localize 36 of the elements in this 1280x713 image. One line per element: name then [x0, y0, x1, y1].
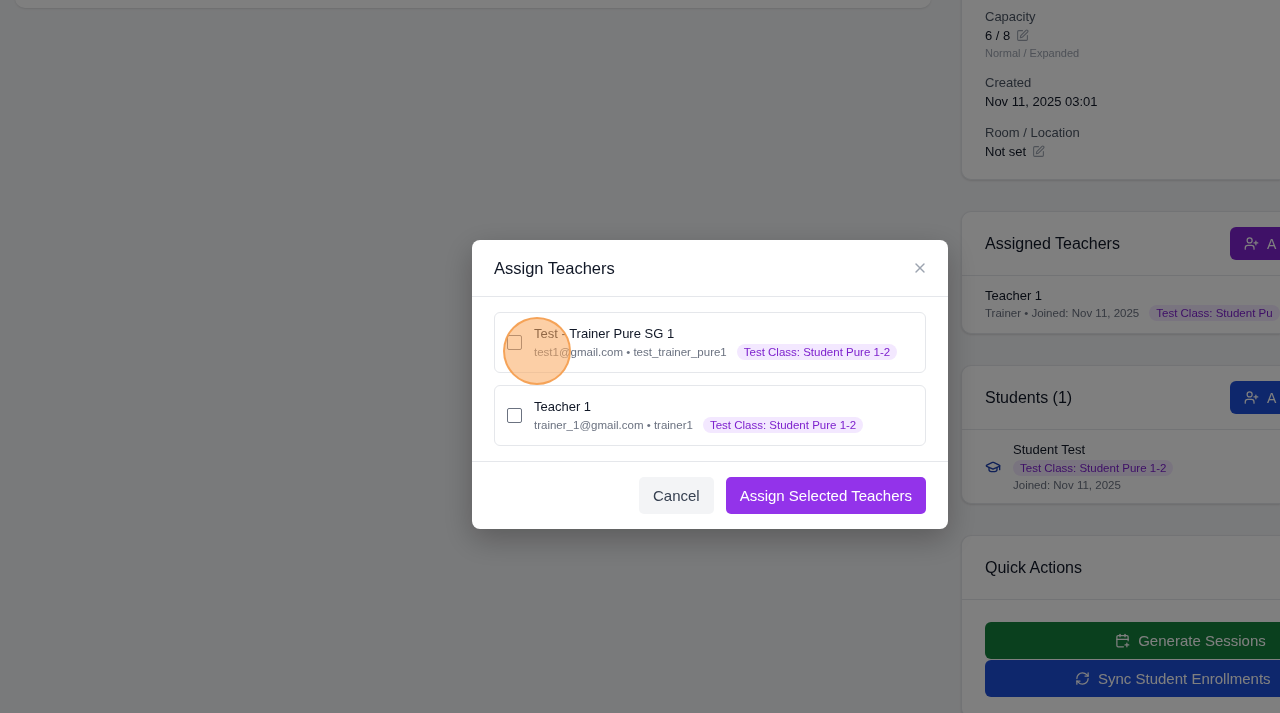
- assign-teacher-button[interactable]: A: [1230, 227, 1280, 260]
- checkbox[interactable]: [507, 408, 522, 423]
- class-tag: Test Class: Student Pu: [1149, 305, 1280, 321]
- cancel-button[interactable]: Cancel: [638, 477, 714, 514]
- class-tag: Test Class: Student Pure 1-2: [736, 343, 898, 360]
- action-button[interactable]: Generate Sessions: [985, 622, 1280, 659]
- class-tag: Test Class: Student Pure 1-2: [702, 416, 864, 433]
- teacher-meta: trainer_1@gmail.com • trainer1: [534, 418, 693, 431]
- checkbox[interactable]: [507, 335, 522, 350]
- assign-button[interactable]: Assign Selected Teachers: [725, 477, 926, 514]
- field-value: Nov 11, 2025 03:01: [985, 94, 1098, 109]
- class-tag: Test Class: Student Pure 1-2: [1013, 460, 1174, 476]
- edit-icon[interactable]: [1032, 145, 1046, 158]
- field-label: Created: [985, 75, 1033, 90]
- user-plus-icon: [1244, 236, 1259, 251]
- student-name: Student Test: [1013, 442, 1086, 457]
- field-label: Capacity: [985, 9, 1037, 24]
- field-label: Room / Location: [985, 125, 1081, 140]
- teacher-name: Teacher 1: [534, 398, 593, 414]
- teacher-option[interactable]: Teacher 1 trainer_1@gmail.com • trainer1 Test Class: Student Pure 1-2: [494, 385, 926, 446]
- field-value: 6 / 8: [985, 28, 1011, 43]
- teacher-meta: Trainer • Joined: Nov 11, 2025: [985, 307, 1140, 319]
- card-title: Students (1): [985, 388, 1073, 407]
- user-plus-icon: [1244, 390, 1259, 405]
- add-student-button[interactable]: A: [1230, 381, 1280, 414]
- edit-icon[interactable]: [1016, 29, 1030, 42]
- action-button[interactable]: Sync Student Enrollments: [985, 660, 1280, 697]
- field-value: Not set: [985, 144, 1027, 159]
- card-title: Quick Actions: [985, 558, 1082, 577]
- teacher-name: Test - Trainer Pure SG 1: [534, 325, 676, 341]
- teacher-name: Teacher 1: [985, 288, 1044, 303]
- calendar-plus-icon: [1115, 633, 1131, 648]
- refresh-icon: [1075, 671, 1090, 686]
- card-title: Assigned Teachers: [985, 234, 1120, 253]
- joined-date: Joined: Nov 11, 2025: [1013, 479, 1121, 491]
- dialog-title: Assign Teachers: [494, 258, 615, 278]
